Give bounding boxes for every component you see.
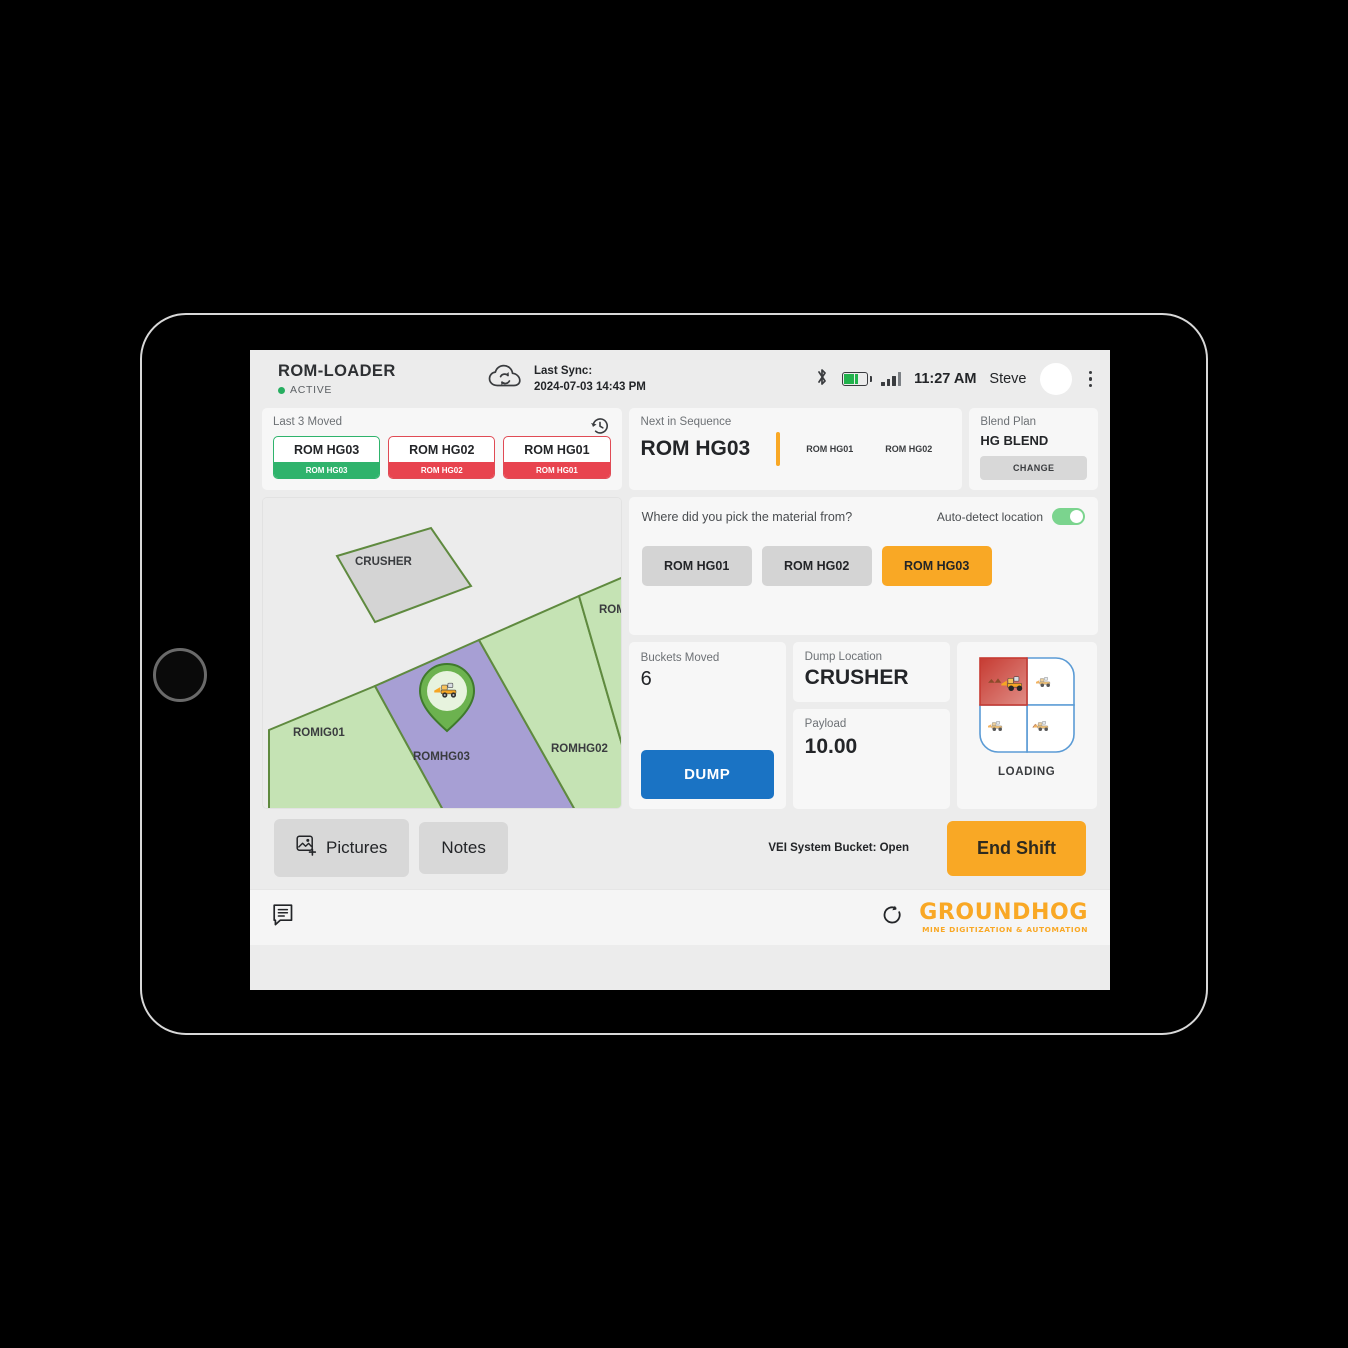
- material-pick-header: Where did you pick the material from? Au…: [642, 508, 1085, 525]
- signal-icon: [881, 372, 902, 386]
- end-shift-button[interactable]: End Shift: [947, 820, 1086, 876]
- sequence-upcoming-list: ROM HG01 ROM HG02: [806, 444, 932, 454]
- clock-label: 11:27 AM: [914, 371, 977, 387]
- chat-icon[interactable]: [272, 902, 298, 933]
- footer-right: GROUNDHOG MINE DIGITIZATION & AUTOMATION: [882, 899, 1088, 934]
- user-name-label[interactable]: Steve: [989, 371, 1026, 387]
- last-3-moved-chips: ROM HG03 ROM HG03 ROM HG02 ROM HG02 ROM …: [273, 436, 611, 479]
- blend-plan-title: Blend Plan: [980, 416, 1037, 428]
- blend-change-button[interactable]: CHANGE: [980, 456, 1088, 480]
- header-status-icons: 11:27 AM Steve: [815, 363, 1096, 395]
- machine-state-label: LOADING: [998, 766, 1056, 778]
- auto-detect-label: Auto-detect location: [936, 509, 1043, 524]
- app-header: ROM-LOADER ACTIVE Last Sync: 2024-07-03 …: [250, 350, 1110, 408]
- next-in-sequence-body: ROM HG03 ROM HG01 ROM HG02: [641, 432, 951, 466]
- last-moved-chip[interactable]: ROM HG01 ROM HG01: [503, 436, 611, 479]
- app-body: Last 3 Moved ROM HG03 ROM HG03 ROM HG02 …: [250, 408, 1110, 889]
- auto-detect-toggle[interactable]: [1052, 508, 1085, 525]
- app-title: ROM-LOADER: [278, 362, 396, 380]
- sync-info: Last Sync: 2024-07-03 14:43 PM: [534, 363, 646, 396]
- bluetooth-icon[interactable]: [815, 367, 829, 392]
- tablet-screen: ROM-LOADER ACTIVE Last Sync: 2024-07-03 …: [250, 350, 1110, 990]
- material-pick-card: Where did you pick the material from? Au…: [628, 497, 1098, 635]
- groundhog-logo: GROUNDHOG MINE DIGITIZATION & AUTOMATION: [919, 899, 1088, 934]
- cloud-sync-icon[interactable]: [488, 364, 522, 395]
- pictures-button[interactable]: Pictures: [274, 819, 410, 877]
- top-row: Last 3 Moved ROM HG03 ROM HG03 ROM HG02 …: [262, 408, 1099, 490]
- chip-sub: ROM HG03: [274, 462, 380, 478]
- auto-detect-group: Auto-detect location: [937, 508, 1085, 525]
- map-label-rom: ROM: [599, 604, 622, 616]
- chip-name: ROM HG03: [293, 443, 360, 457]
- pictures-label: Pictures: [326, 838, 388, 857]
- status-dot-icon: [278, 386, 285, 394]
- map-label-romhg02: ROMHG02: [551, 743, 608, 755]
- buckets-moved-label: Buckets Moved: [640, 652, 720, 664]
- last-3-moved-card: Last 3 Moved ROM HG03 ROM HG03 ROM HG02 …: [262, 408, 622, 490]
- machine-state-quadrants: [978, 657, 1075, 753]
- material-pick-question: Where did you pick the material from?: [641, 509, 853, 524]
- sequence-upcoming-item: ROM HG02: [885, 444, 933, 454]
- chip-sub: ROM HG01: [504, 462, 610, 478]
- avatar[interactable]: [1039, 363, 1072, 395]
- stats-row: Buckets Moved 6 DUMP Dump Location CRUSH…: [628, 642, 1098, 809]
- dump-button[interactable]: DUMP: [640, 750, 774, 799]
- sync-block[interactable]: Last Sync: 2024-07-03 14:43 PM: [488, 363, 646, 396]
- main-row: CRUSHER ROMIG01 ROMHG03 ROMHG02 ROM: [262, 497, 1098, 809]
- sync-timestamp: 2024-07-03 14:43 PM: [534, 381, 646, 393]
- site-map[interactable]: CRUSHER ROMIG01 ROMHG03 ROMHG02 ROM: [262, 497, 622, 809]
- machine-state-card[interactable]: LOADING: [956, 642, 1097, 809]
- next-in-sequence-card: Next in Sequence ROM HG03 ROM HG01 ROM H…: [628, 408, 963, 490]
- app-footer: GROUNDHOG MINE DIGITIZATION & AUTOMATION: [250, 889, 1110, 945]
- buckets-moved-value: 6: [640, 668, 652, 690]
- payload-label: Payload: [804, 718, 847, 730]
- tablet-home-button[interactable]: [153, 648, 207, 702]
- buckets-moved-card: Buckets Moved 6 DUMP: [628, 642, 786, 809]
- app-status: ACTIVE: [278, 384, 488, 396]
- material-option-rom-hg03[interactable]: ROM HG03: [881, 546, 992, 586]
- payload-value: 10.00: [804, 735, 858, 758]
- sync-label: Last Sync:: [534, 364, 593, 377]
- material-option-rom-hg01[interactable]: ROM HG01: [641, 546, 752, 586]
- dump-location-value: CRUSHER: [804, 666, 909, 689]
- chip-sub: ROM HG02: [389, 462, 495, 478]
- payload-card[interactable]: Payload 10.00: [792, 709, 950, 809]
- blend-plan-card: Blend Plan HG BLEND CHANGE: [969, 408, 1099, 490]
- vei-system-status: VEI System Bucket: Open: [768, 842, 909, 854]
- groundhog-logo-name: GROUNDHOG: [919, 899, 1088, 925]
- map-label-crusher: CRUSHER: [355, 556, 413, 568]
- dump-location-label: Dump Location: [804, 651, 883, 663]
- app-brand: ROM-LOADER ACTIVE: [278, 362, 488, 396]
- chip-name: ROM HG02: [409, 443, 475, 457]
- groundhog-logo-tagline: MINE DIGITIZATION & AUTOMATION: [922, 924, 1088, 934]
- next-sequence-current: ROM HG03: [640, 437, 751, 460]
- sequence-divider: [776, 432, 781, 466]
- status-label: ACTIVE: [290, 384, 333, 396]
- sequence-upcoming-item: ROM HG01: [806, 444, 854, 454]
- material-pick-options: ROM HG01 ROM HG02 ROM HG03: [641, 546, 1085, 586]
- dump-location-card[interactable]: Dump Location CRUSHER: [792, 642, 950, 702]
- action-bar: Pictures Notes VEI System Bucket: Open E…: [262, 809, 1098, 889]
- dump-info-column: Dump Location CRUSHER Payload 10.00: [792, 642, 950, 809]
- blend-plan-value: HG BLEND: [980, 433, 1049, 448]
- last-moved-chip[interactable]: ROM HG03 ROM HG03: [273, 436, 381, 479]
- material-option-rom-hg02[interactable]: ROM HG02: [761, 546, 872, 586]
- notes-button[interactable]: Notes: [419, 822, 508, 874]
- notes-label: Notes: [441, 838, 486, 857]
- refresh-icon[interactable]: [882, 905, 903, 931]
- screenshot-root: ROM-LOADER ACTIVE Last Sync: 2024-07-03 …: [0, 0, 1348, 1348]
- picture-add-icon: [296, 835, 317, 861]
- last-3-moved-title: Last 3 Moved: [273, 416, 343, 428]
- history-icon[interactable]: [590, 416, 610, 441]
- right-column: Where did you pick the material from? Au…: [628, 497, 1098, 809]
- map-label-romig01: ROMIG01: [293, 727, 345, 739]
- last-moved-chip[interactable]: ROM HG02 ROM HG02: [388, 436, 496, 479]
- map-label-romhg03: ROMHG03: [413, 751, 470, 763]
- more-options-icon[interactable]: [1085, 369, 1097, 390]
- battery-icon: [842, 372, 873, 386]
- next-in-sequence-title: Next in Sequence: [640, 416, 732, 428]
- footer-strip: [250, 945, 1110, 969]
